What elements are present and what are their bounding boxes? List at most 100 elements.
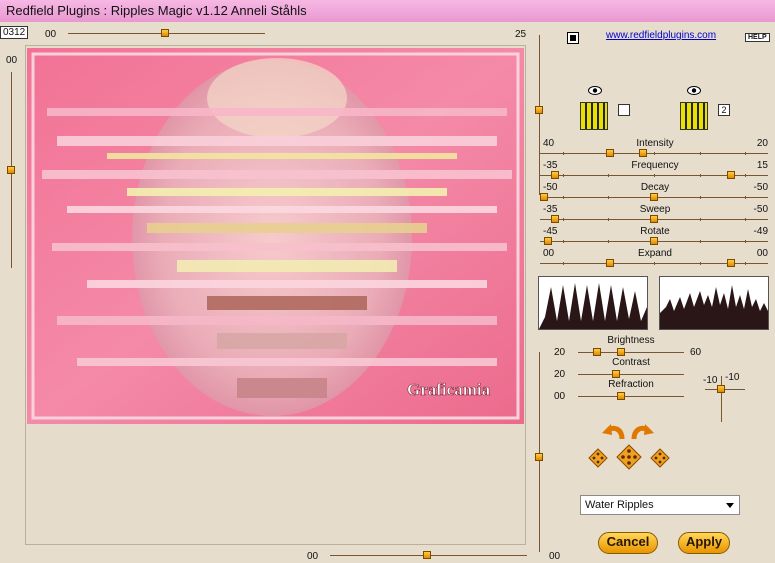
param-slider-tick bbox=[745, 152, 746, 155]
param-slider-tick bbox=[700, 218, 701, 221]
param-slider-thumb-b[interactable] bbox=[650, 193, 658, 201]
param-slider-tick bbox=[563, 174, 564, 177]
param-name: Expand bbox=[638, 248, 672, 259]
frame-number-field[interactable]: 0312 bbox=[0, 26, 29, 39]
param-left-value: -50 bbox=[543, 182, 558, 193]
param-left-value: 00 bbox=[543, 248, 555, 259]
lighting-param-track[interactable] bbox=[578, 374, 684, 375]
param-slider-tick bbox=[608, 240, 609, 243]
param-name: Frequency bbox=[631, 160, 679, 171]
param-slider-tick bbox=[608, 196, 609, 199]
swatch-number-box[interactable]: 2 bbox=[718, 104, 730, 116]
rotate-right-arrow-icon[interactable] bbox=[630, 423, 654, 441]
param-left-value: -35 bbox=[543, 204, 558, 215]
param-left-value: 40 bbox=[543, 138, 555, 149]
param-slider-tick bbox=[608, 218, 609, 221]
top-slider-left-value: 00 bbox=[45, 29, 57, 40]
param-slider-thumb-a[interactable] bbox=[540, 193, 548, 201]
crosshair-y-value: -10 bbox=[725, 372, 740, 383]
param-slider-thumb-b[interactable] bbox=[727, 171, 735, 179]
param-name: Decay bbox=[640, 182, 670, 193]
lighting-param-name: Contrast bbox=[612, 357, 650, 368]
lighting-param-thumb-b[interactable] bbox=[617, 348, 625, 356]
param-slider-thumb-a[interactable] bbox=[551, 215, 559, 223]
help-button[interactable]: HELP bbox=[745, 33, 770, 42]
param-slider-thumb-a[interactable] bbox=[551, 171, 559, 179]
lighting-param-right-value: 60 bbox=[690, 347, 702, 358]
dropdown-selected-value: Water Ripples bbox=[585, 499, 654, 511]
lighting-parameters: Brightness 20 60 Contrast 20 Refraction 00 bbox=[548, 335, 718, 405]
param-slider-tick bbox=[745, 174, 746, 177]
crosshair-x-value: -10 bbox=[703, 375, 718, 386]
lower-vertical-slider-track[interactable] bbox=[539, 352, 540, 552]
watermark-text: Graficamia bbox=[407, 380, 491, 399]
apply-button[interactable]: Apply bbox=[678, 532, 730, 554]
lighting-param-left-value: 00 bbox=[554, 391, 566, 402]
top-slider-thumb[interactable] bbox=[161, 29, 169, 37]
dice-icon[interactable] bbox=[588, 448, 608, 468]
param-slider-thumb-a[interactable] bbox=[606, 259, 614, 267]
color-toggle-box[interactable] bbox=[567, 32, 579, 44]
param-slider-tick bbox=[745, 196, 746, 199]
pattern-swatch-1[interactable] bbox=[580, 102, 608, 130]
param-left-value: -35 bbox=[543, 160, 558, 171]
param-right-value: -49 bbox=[753, 226, 768, 237]
waveform-graph-1 bbox=[538, 276, 648, 330]
dice-icon[interactable] bbox=[616, 444, 642, 470]
param-slider-thumb-b[interactable] bbox=[650, 237, 658, 245]
param-slider-thumb-b[interactable] bbox=[727, 259, 735, 267]
param-slider-thumb-a[interactable] bbox=[544, 237, 552, 245]
lighting-param-left-value: 20 bbox=[554, 369, 566, 380]
lighting-param-track[interactable] bbox=[578, 396, 684, 397]
left-slider-value: 00 bbox=[6, 55, 18, 66]
upper-vertical-slider-thumb[interactable] bbox=[535, 106, 543, 114]
eye-icon[interactable] bbox=[687, 86, 701, 95]
lighting-param-left-value: 20 bbox=[554, 347, 566, 358]
param-right-value: 00 bbox=[756, 248, 768, 259]
left-slider-thumb[interactable] bbox=[7, 166, 15, 174]
lighting-param-thumb-a[interactable] bbox=[612, 370, 620, 378]
crosshair-vertical-track[interactable] bbox=[721, 376, 722, 422]
param-slider-tick bbox=[654, 174, 655, 177]
param-slider-tick bbox=[745, 240, 746, 243]
param-slider-tick bbox=[654, 262, 655, 265]
param-slider-tick bbox=[563, 218, 564, 221]
dropdown-arrow-icon bbox=[726, 500, 734, 512]
param-right-value: 20 bbox=[756, 138, 768, 149]
preview-image: Graficamia bbox=[27, 48, 524, 424]
param-right-value: -50 bbox=[753, 204, 768, 215]
dice-icon[interactable] bbox=[650, 448, 670, 468]
swatch-checkbox[interactable] bbox=[618, 104, 630, 116]
top-slider-right-value: 25 bbox=[515, 29, 527, 40]
param-left-value: -45 bbox=[543, 226, 558, 237]
param-slider-tick bbox=[563, 196, 564, 199]
bottom-slider-thumb[interactable] bbox=[423, 551, 431, 559]
rotate-left-arrow-icon[interactable] bbox=[602, 423, 626, 441]
effect-type-dropdown[interactable]: Water Ripples bbox=[580, 495, 740, 515]
param-name: Intensity bbox=[636, 138, 674, 149]
param-slider-tick bbox=[700, 152, 701, 155]
param-slider-thumb-b[interactable] bbox=[650, 215, 658, 223]
effect-parameters: 40 Intensity 20 -35 Frequency 15 -50 Decay -50 -3… bbox=[540, 138, 770, 268]
cancel-button[interactable]: Cancel bbox=[598, 532, 658, 554]
param-slider-thumb-a[interactable] bbox=[606, 149, 614, 157]
param-slider-tick bbox=[700, 262, 701, 265]
param-slider-tick bbox=[745, 262, 746, 265]
param-right-value: -50 bbox=[753, 182, 768, 193]
param-slider-tick bbox=[700, 196, 701, 199]
crosshair-thumb[interactable] bbox=[717, 385, 725, 393]
eye-icon[interactable] bbox=[588, 86, 602, 95]
website-link[interactable]: www.redfieldplugins.com bbox=[606, 30, 716, 41]
param-slider-tick bbox=[745, 218, 746, 221]
crosshair-horizontal-track[interactable] bbox=[705, 389, 745, 390]
lighting-param-thumb-a[interactable] bbox=[617, 392, 625, 400]
lower-vertical-slider-thumb[interactable] bbox=[535, 453, 543, 461]
pattern-swatch-2[interactable] bbox=[680, 102, 708, 130]
param-name: Sweep bbox=[639, 204, 671, 215]
param-slider-tick bbox=[563, 262, 564, 265]
waveform-graph-2 bbox=[659, 276, 769, 330]
lighting-param-thumb-a[interactable] bbox=[593, 348, 601, 356]
param-slider-tick bbox=[654, 152, 655, 155]
title-bar: Redfield Plugins : Ripples Magic v1.12 A… bbox=[0, 0, 775, 22]
param-slider-thumb-b[interactable] bbox=[639, 149, 647, 157]
